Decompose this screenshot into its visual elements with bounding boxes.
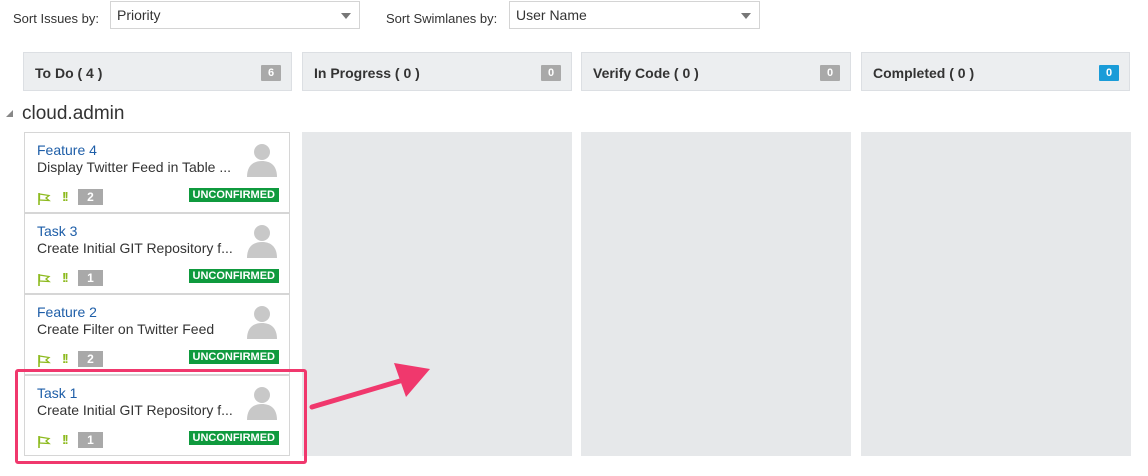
sort-swimlanes-select[interactable]: User Name (509, 1, 760, 29)
column-count-badge: 0 (541, 65, 561, 81)
issue-summary: Create Filter on Twitter Feed (37, 321, 215, 337)
column-count-badge: 0 (1099, 65, 1119, 81)
issue-summary: Display Twitter Feed in Table ... (37, 159, 232, 175)
issue-id-link[interactable]: Feature 2 (37, 304, 97, 320)
sort-issues-value: Priority (117, 7, 161, 23)
lane-drop-zone-verify-code[interactable] (581, 132, 851, 456)
priority-icon: !! (62, 189, 69, 204)
flag-icon (38, 355, 51, 367)
status-badge: UNCONFIRMED (188, 188, 279, 202)
collapse-triangle-icon[interactable] (6, 110, 13, 117)
issue-summary: Create Initial GIT Repository f... (37, 240, 233, 256)
arrow-annotation-icon (309, 363, 430, 410)
issue-id-link[interactable]: Feature 4 (37, 142, 97, 158)
column-title: Verify Code ( 0 ) (593, 65, 699, 81)
status-badge: UNCONFIRMED (188, 350, 279, 364)
story-points-badge: 2 (78, 351, 103, 367)
chevron-down-icon (341, 13, 351, 19)
sort-swimlanes-value: User Name (516, 7, 587, 23)
highlight-box (15, 369, 307, 464)
column-header-in-progress: In Progress ( 0 ) 0 (302, 52, 572, 91)
user-avatar-icon (247, 225, 277, 258)
column-header-todo: To Do ( 4 ) 6 (23, 52, 292, 91)
column-header-completed: Completed ( 0 ) 0 (861, 52, 1130, 91)
flag-icon (38, 193, 51, 205)
column-title: In Progress ( 0 ) (314, 65, 420, 81)
story-points-badge: 1 (78, 270, 103, 286)
column-count-badge: 6 (261, 65, 281, 81)
chevron-down-icon (741, 13, 751, 19)
issue-card[interactable]: Feature 2 Create Filter on Twitter Feed … (24, 294, 290, 375)
priority-icon: !! (62, 270, 69, 285)
sort-swimlanes-label: Sort Swimlanes by: (386, 11, 498, 26)
status-badge: UNCONFIRMED (188, 269, 279, 283)
user-avatar-icon (247, 306, 277, 339)
column-title: To Do ( 4 ) (35, 65, 103, 81)
flag-icon (38, 274, 51, 286)
sort-issues-select[interactable]: Priority (110, 1, 360, 29)
issue-card[interactable]: Task 3 Create Initial GIT Repository f..… (24, 213, 290, 294)
story-points-badge: 2 (78, 189, 103, 205)
issue-id-link[interactable]: Task 3 (37, 223, 77, 239)
column-title: Completed ( 0 ) (873, 65, 975, 81)
swimlane-title: cloud.admin (22, 103, 125, 124)
priority-icon: !! (62, 351, 69, 366)
issue-card[interactable]: Feature 4 Display Twitter Feed in Table … (24, 132, 290, 213)
user-avatar-icon (247, 144, 277, 177)
column-count-badge: 0 (820, 65, 840, 81)
lane-drop-zone-completed[interactable] (861, 132, 1131, 456)
column-header-verify-code: Verify Code ( 0 ) 0 (581, 52, 851, 91)
sort-issues-label: Sort Issues by: (13, 11, 99, 26)
